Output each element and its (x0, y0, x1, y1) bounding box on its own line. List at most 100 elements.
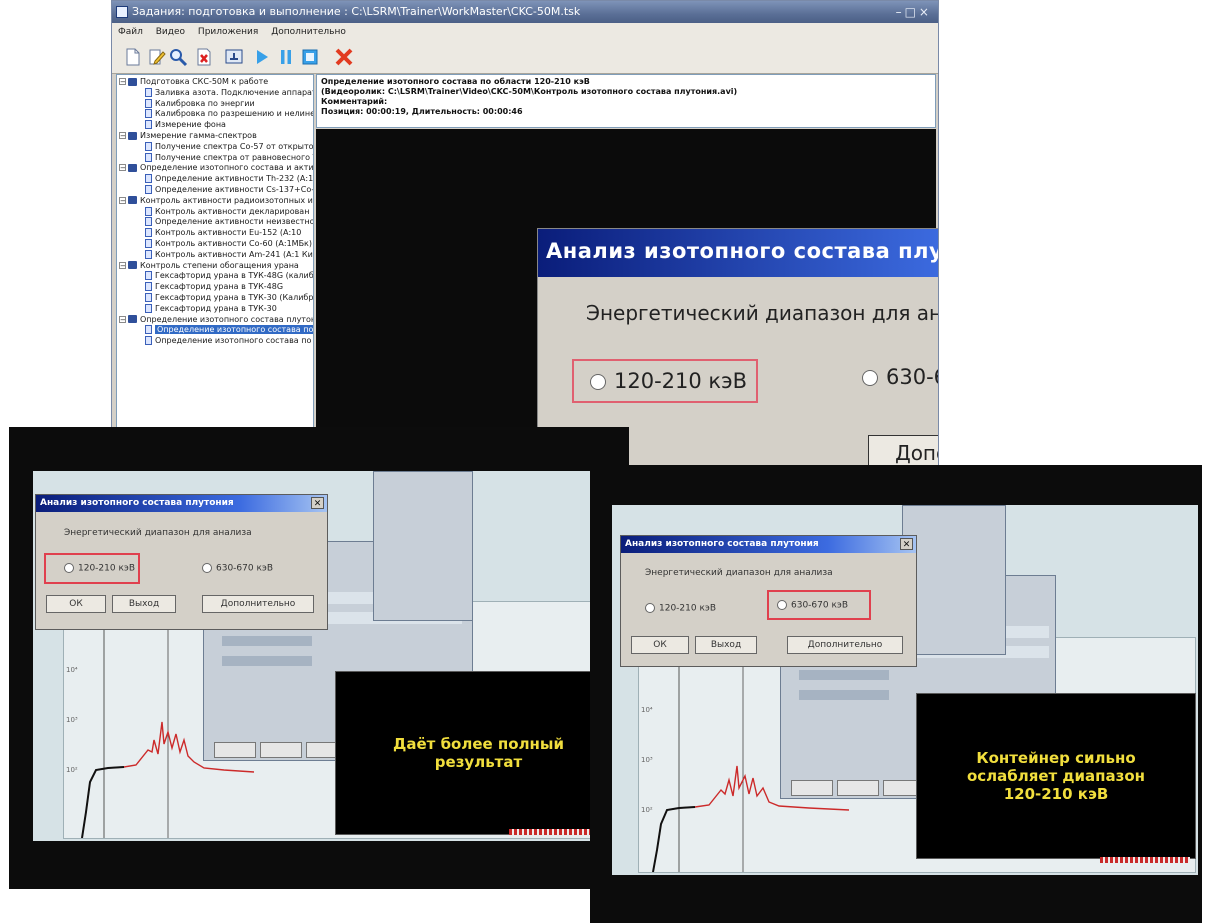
pause-icon[interactable] (276, 47, 296, 67)
menu-item-apps[interactable]: Приложения (198, 27, 258, 37)
collapse-toggle-icon[interactable]: − (119, 78, 126, 86)
search-icon[interactable] (168, 47, 188, 67)
collapse-toggle-icon[interactable]: − (119, 132, 126, 140)
window-controls[interactable]: –□× (896, 1, 932, 23)
tree-item[interactable]: Измерение фона (145, 120, 226, 130)
document-icon (145, 217, 152, 227)
tree-item[interactable]: Определение изотопного состава по (145, 336, 311, 346)
stop-icon[interactable] (300, 47, 320, 67)
menu-item-extra[interactable]: Дополнительно (271, 27, 346, 37)
tree-item[interactable]: Заливка азота. Подключение аппарат (145, 87, 313, 98)
export-icon[interactable] (224, 47, 244, 67)
tree-item[interactable]: Определение изотопного состава по о (145, 325, 313, 335)
close-icon[interactable]: ✕ (311, 497, 324, 509)
exit-button[interactable]: Выход (112, 595, 176, 613)
close-icon[interactable] (334, 47, 354, 67)
document-icon (145, 141, 152, 151)
document-icon (145, 174, 152, 184)
tree-item-label: Калибровка по разрешению и нелине (155, 109, 314, 119)
tree-item[interactable]: Определение активности Th-232 (А:1 (145, 174, 313, 184)
video-path: (Видеоролик: C:\LSRM\Trainer\Video\CKC-5… (321, 87, 738, 96)
video-timeline (509, 829, 597, 835)
tree-item[interactable]: Контроль активности Co-60 (А:1МБк) (145, 239, 312, 249)
folder-icon (128, 131, 137, 140)
option-120-210-label: 120-210 кэВ (659, 603, 717, 614)
option-120-210-radio[interactable]: 120-210 кэВ (572, 359, 758, 403)
document-icon (145, 109, 152, 119)
tree-folder[interactable]: − Определение изотопного состава плутони (119, 315, 313, 325)
svg-text:10³: 10³ (66, 716, 78, 724)
range-label: Энергетический диапазон для анализа (64, 528, 252, 538)
ok-button[interactable]: ОК (46, 595, 106, 613)
radio-icon (862, 370, 878, 386)
tree-item-label: Контроль степени обогащения урана (140, 260, 299, 270)
tree-item-label: Калибровка по энергии (155, 98, 255, 108)
tree-item[interactable]: Определение активности Cs-137+Co-6 (145, 185, 314, 195)
tree-item[interactable]: Гексафторид урана в ТУК-30 (Калибр (145, 293, 313, 303)
tree-item[interactable]: Контроль активности декларирован (145, 206, 309, 217)
tree-item-label: Получение спектра от равновесного Т (155, 152, 314, 162)
radio-icon (590, 374, 606, 390)
tree-item[interactable]: Гексафторид урана в ТУК-30 (145, 303, 277, 314)
option-120-210-radio[interactable]: 120-210 кэВ (64, 563, 135, 574)
tree-item-label: Определение изотопного состава по (155, 336, 312, 346)
document-icon (145, 87, 152, 97)
advanced-button[interactable]: Дополнительно (787, 636, 903, 654)
tree-item[interactable]: Калибровка по энергии (145, 98, 255, 109)
window-title: Задания: подготовка и выполнение : C:\LS… (132, 5, 581, 18)
tree-folder[interactable]: − Определение изотопного состава и актив (119, 163, 313, 173)
tree-item-label: Получение спектра Co-57 от открытог (155, 141, 314, 151)
new-file-icon[interactable] (122, 47, 142, 67)
task-tree[interactable]: − Подготовка СКС-50М к работе Заливка азот… (116, 74, 314, 468)
document-icon (145, 293, 152, 302)
caption-box: Контейнер сильно ослабляет диапазон 120-… (916, 693, 1196, 859)
collapse-toggle-icon[interactable]: − (119, 196, 126, 204)
tree-item[interactable]: Контроль активности Eu-152 (А:10 (145, 228, 301, 238)
tree-item-label: Контроль активности Am-241 (А:1 Ки) (155, 249, 314, 259)
collapse-toggle-icon[interactable]: − (119, 315, 126, 323)
tree-folder[interactable]: − Измерение гамма-спектров (119, 131, 257, 141)
video-timeline (1100, 857, 1190, 863)
ok-button[interactable]: ОК (631, 636, 689, 654)
option-630-670-radio[interactable]: 630-670 кэВ (202, 563, 273, 574)
delete-icon[interactable] (194, 47, 214, 67)
range-label: Энергетический диапазон для анализа (586, 301, 938, 325)
title-bar[interactable]: Задания: подготовка и выполнение : C:\LS… (112, 1, 938, 23)
tree-item[interactable]: Контроль активности Am-241 (А:1 Ки) (145, 249, 314, 260)
collapse-toggle-icon[interactable]: − (119, 164, 126, 172)
exit-button[interactable]: Выход (695, 636, 757, 654)
tree-folder[interactable]: − Подготовка СКС-50М к работе (119, 77, 268, 87)
option-120-210-radio[interactable]: 120-210 кэВ (645, 603, 716, 614)
svg-text:10³: 10³ (641, 756, 653, 764)
tree-item[interactable]: Гексафторид урана в ТУК-48G (калиб (145, 271, 313, 281)
folder-icon (128, 261, 137, 270)
tree-item[interactable]: Получение спектра Co-57 от открытог (145, 141, 314, 152)
menu-item-video[interactable]: Видео (156, 27, 185, 37)
tree-item-label: Определение изотопного состава по о (155, 325, 313, 335)
tree-item-label: Контроль активности Eu-152 (А:10 (155, 228, 302, 238)
dialog-title: Анализ изотопного состава плутония (36, 495, 327, 512)
document-icon (145, 206, 152, 216)
tree-item[interactable]: Определение активности неизвестно (145, 217, 313, 227)
tree-item[interactable]: Получение спектра от равновесного Т (145, 152, 314, 163)
app-icon (116, 6, 128, 18)
tree-item[interactable]: Калибровка по разрешению и нелине (145, 109, 314, 119)
menu-item-file[interactable]: Файл (118, 27, 143, 37)
task-title: Определение изотопного состава по област… (321, 77, 590, 86)
tree-folder[interactable]: − Контроль степени обогащения урана (119, 261, 299, 271)
document-icon (145, 98, 152, 108)
tree-folder[interactable]: − Контроль активности радиоизотопных ис (119, 196, 313, 206)
collapse-toggle-icon[interactable]: − (119, 261, 126, 269)
close-icon[interactable]: ✕ (900, 538, 913, 550)
play-icon[interactable] (252, 47, 272, 67)
tree-item-label: Контроль активности Co-60 (А:1МБк) (155, 239, 313, 248)
tree-item-label: Определение активности Cs-137+Co-6 (155, 185, 314, 194)
edit-icon[interactable] (146, 47, 166, 67)
tree-item[interactable]: Гексафторид урана в ТУК-48G (145, 282, 283, 292)
analysis-dialog: Анализ изотопного состава плутония ✕ Эне… (620, 535, 917, 667)
option-630-670-radio[interactable]: 630-670 кэВ (777, 600, 848, 611)
dialog-title-bar: Анализ изотопного состава плутония ✕ (538, 229, 938, 277)
advanced-button[interactable]: Дополнительно (202, 595, 314, 613)
video-player[interactable]: Анализ изотопного состава плутония ✕ Эне… (316, 129, 938, 469)
option-630-670-radio[interactable]: 630-670 кэВ (862, 365, 938, 389)
